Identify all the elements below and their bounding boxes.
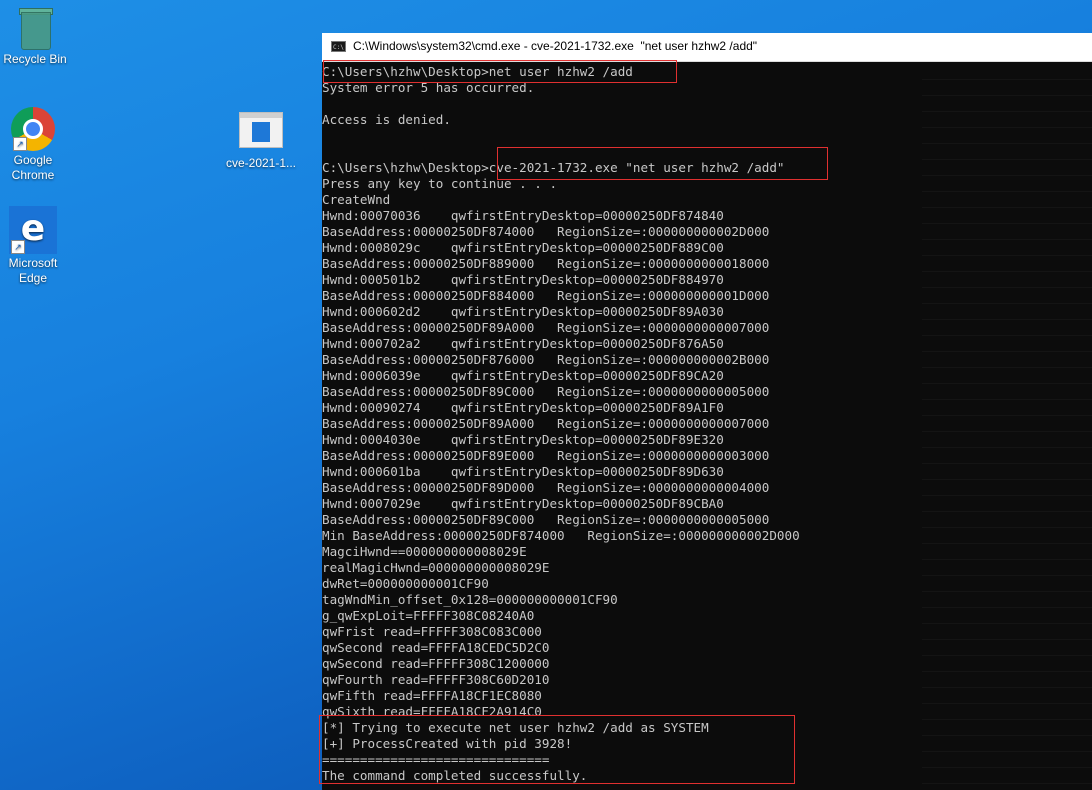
desktop-icon-label: cve-2021-1... (225, 156, 297, 170)
desktop-icon-recycle-bin[interactable]: Recycle Bin (0, 6, 72, 67)
desktop-icon-label: Google Chrome (11, 153, 55, 182)
console-output[interactable]: C:\Users\hzhw\Desktop>net user hzhw2 /ad… (322, 64, 1092, 790)
desktop-icon-google-chrome[interactable]: ↗ Google Chrome (0, 107, 70, 183)
chrome-icon: ↗ (11, 107, 55, 151)
shortcut-arrow-icon: ↗ (13, 137, 27, 151)
desktop-icon-label: Recycle Bin (3, 52, 67, 66)
exe-file-icon (239, 112, 283, 148)
cmd-icon: C:\ (331, 41, 346, 52)
window-title: C:\Windows\system32\cmd.exe - cve-2021-1… (353, 39, 758, 53)
shortcut-arrow-icon: ↗ (11, 240, 25, 254)
desktop-icon-cve-exe[interactable]: cve-2021-1... (224, 112, 298, 171)
recycle-bin-icon (17, 6, 53, 50)
desktop-icon-microsoft-edge[interactable]: e ↗ Microsoft Edge (0, 206, 70, 286)
cmd-window[interactable]: C:\ C:\Windows\system32\cmd.exe - cve-20… (319, 33, 1092, 790)
desktop-icon-label: Microsoft Edge (8, 256, 58, 285)
edge-icon: e ↗ (9, 206, 57, 254)
window-titlebar[interactable]: C:\ C:\Windows\system32\cmd.exe - cve-20… (322, 33, 1092, 62)
